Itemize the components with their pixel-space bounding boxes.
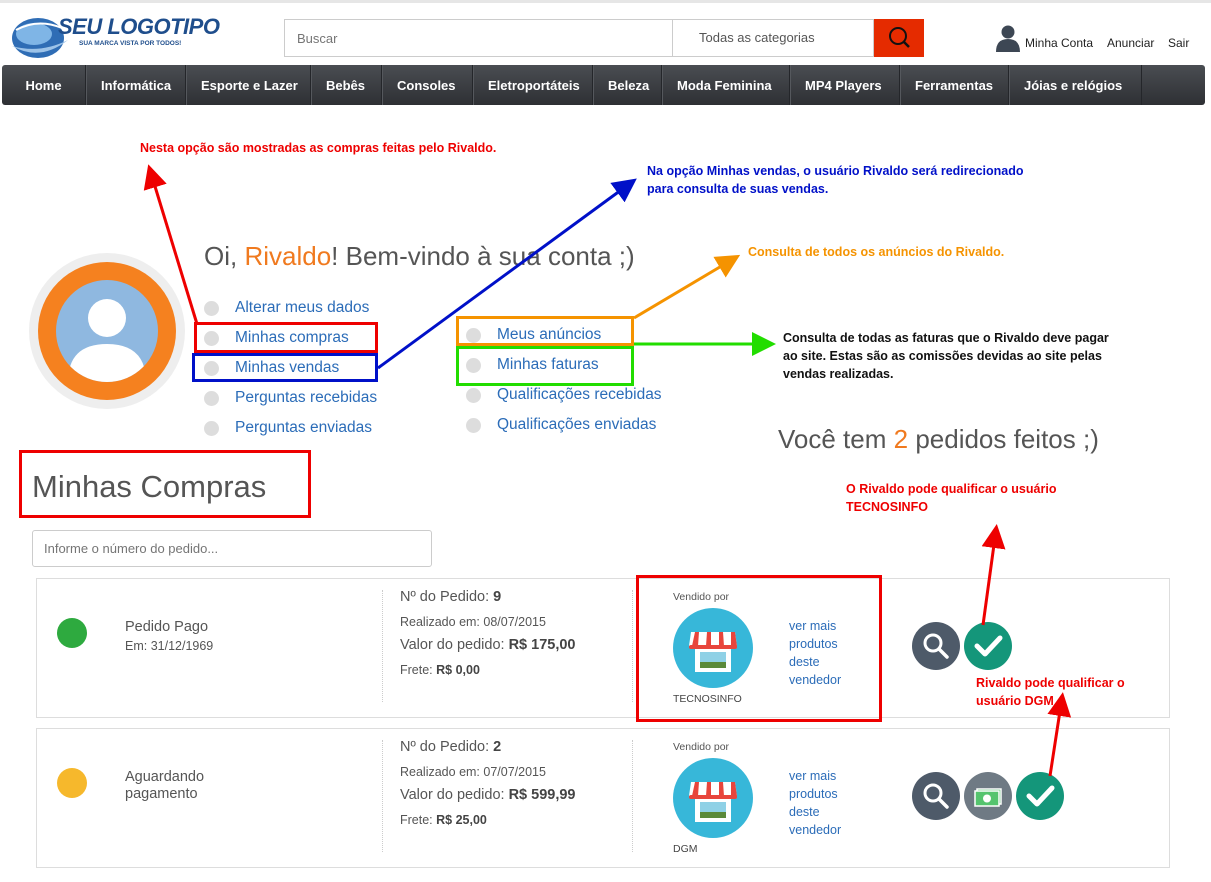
arrow-anuncios xyxy=(633,254,741,320)
annotation-anuncios: Consulta de todos os anúncios do Rivaldo… xyxy=(748,245,1005,259)
annotation-faturas-line2: ao site. Estas são as comissões devidas … xyxy=(783,349,1102,363)
arrow-vendas xyxy=(377,178,637,370)
annotation-qualif-dgm-line2: usuário DGM xyxy=(976,694,1054,708)
arrow-compras xyxy=(143,164,199,325)
annotation-compras: Nesta opção são mostradas as compras fei… xyxy=(140,141,497,155)
annotation-arrows xyxy=(143,164,1072,777)
annotation-vendas-line1: Na opção Minhas vendas, o usuário Rivald… xyxy=(647,164,1024,178)
arrow-qualif-tecnosinfo xyxy=(981,524,1006,626)
annotation-faturas-line1: Consulta de todas as faturas que o Rival… xyxy=(783,331,1109,345)
annotation-qualif-tecnosinfo-line2: TECNOSINFO xyxy=(846,500,928,514)
annotation-vendas-line2: para consulta de suas vendas. xyxy=(647,182,829,196)
annotation-qualif-tecnosinfo-line1: O Rivaldo pode qualificar o usuário xyxy=(846,482,1057,496)
annotation-qualif-dgm-line1: Rivaldo pode qualificar o xyxy=(976,676,1125,690)
annotation-faturas-line3: vendas realizadas. xyxy=(783,367,894,381)
